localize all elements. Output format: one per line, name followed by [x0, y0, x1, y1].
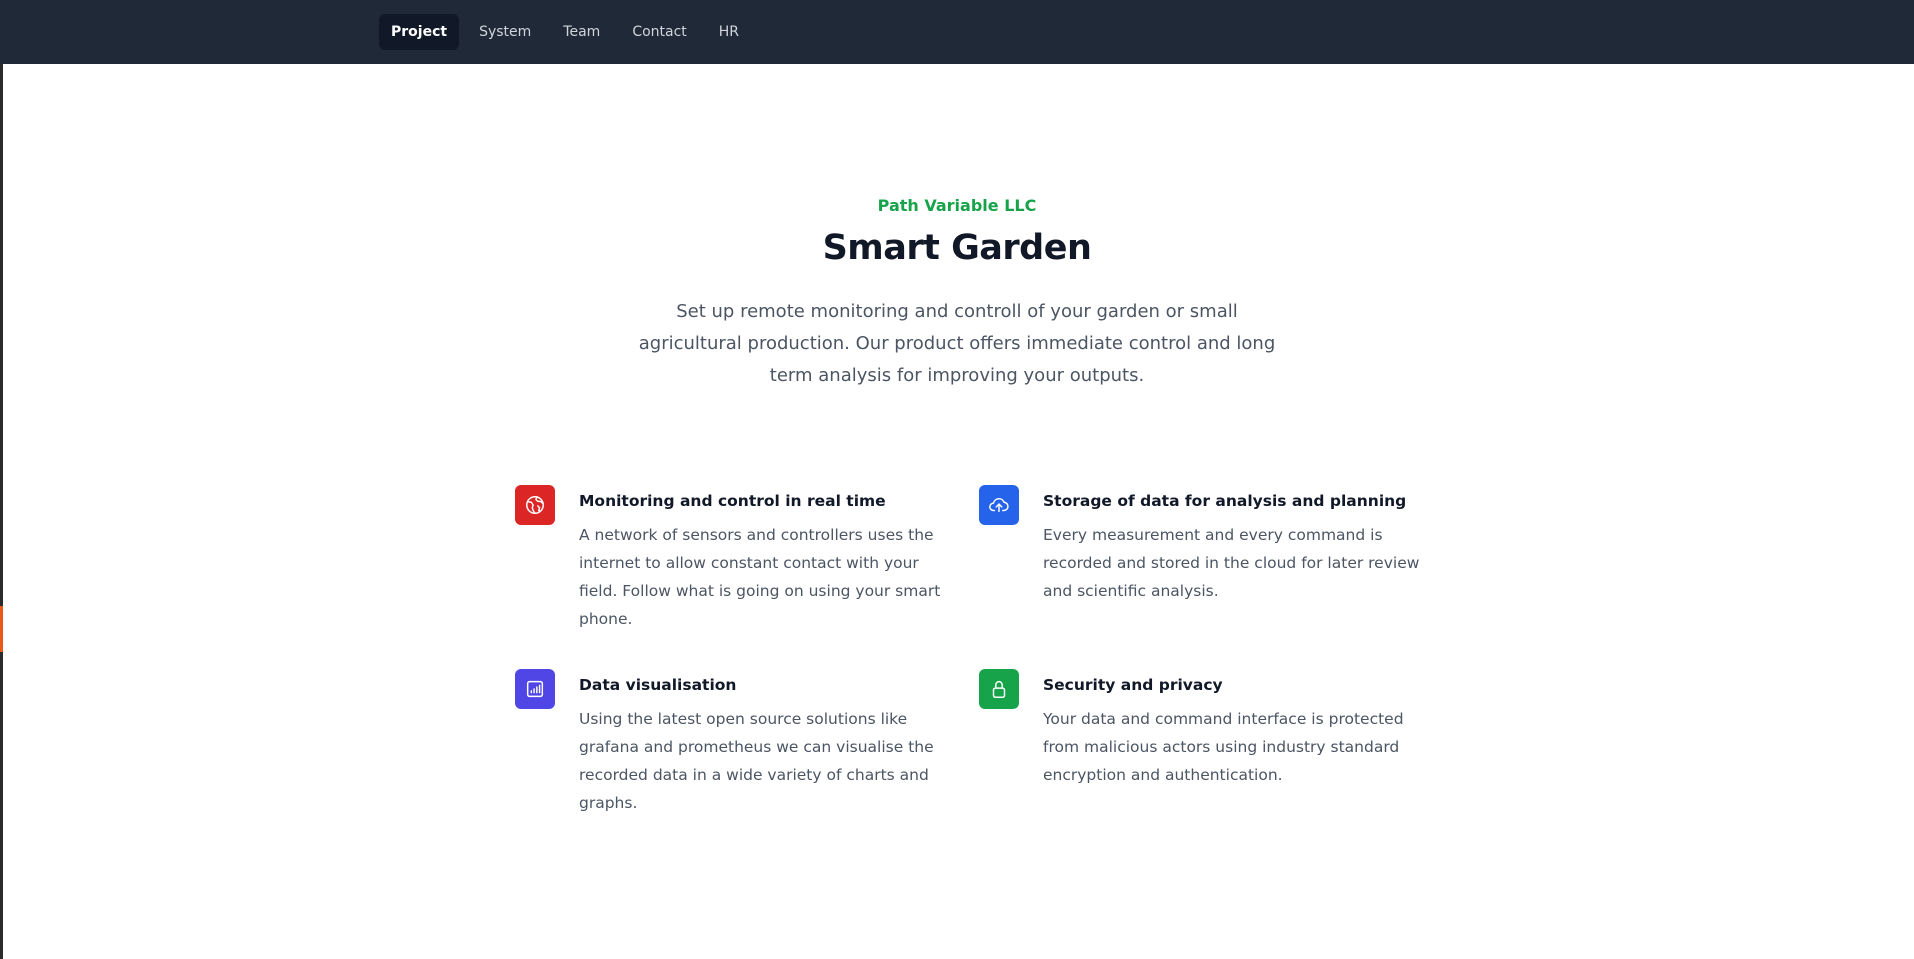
feature-description: A network of sensors and controllers use… [579, 526, 941, 628]
globe-icon [515, 485, 555, 525]
feature-title: Monitoring and control in real time [579, 492, 886, 510]
feature-item-monitoring: Monitoring and control in real time A ne… [515, 485, 979, 628]
feature-title: Data visualisation [579, 676, 737, 694]
page-title: Smart Garden [822, 228, 1092, 268]
hero-description: Set up remote monitoring and controll of… [638, 301, 1276, 386]
window-left-edge [0, 0, 3, 959]
top-navbar: Project System Team Contact HR [0, 0, 1914, 64]
nav-item-hr[interactable]: HR [707, 14, 751, 50]
nav-item-contact[interactable]: Contact [620, 14, 698, 50]
feature-title: Storage of data for analysis and plannin… [1043, 492, 1407, 510]
feature-description: Your data and command interface is prote… [1043, 710, 1404, 784]
nav-item-project[interactable]: Project [379, 14, 460, 50]
feature-description: Every measurement and every command is r… [1043, 526, 1420, 600]
lock-icon [979, 669, 1019, 709]
chart-icon [515, 669, 555, 709]
feature-item-storage: Storage of data for analysis and plannin… [979, 485, 1443, 615]
nav-item-system[interactable]: System [467, 14, 543, 50]
nav-menu: Project System Team Contact HR [379, 14, 751, 50]
edge-accent-marker [0, 606, 3, 652]
company-name: Path Variable LLC [877, 196, 1037, 215]
feature-item-visualisation: Data visualisation Using the latest open… [515, 669, 979, 812]
nav-item-team[interactable]: Team [551, 14, 612, 50]
feature-item-security: Security and privacy Your data and comma… [979, 669, 1443, 799]
feature-title: Security and privacy [1043, 676, 1223, 694]
cloud-upload-icon [979, 485, 1019, 525]
features-grid: Monitoring and control in real time A ne… [515, 485, 1443, 812]
hero-section: Path Variable LLC Smart Garden Set up re… [0, 190, 1914, 392]
feature-description: Using the latest open source solutions l… [579, 710, 934, 812]
